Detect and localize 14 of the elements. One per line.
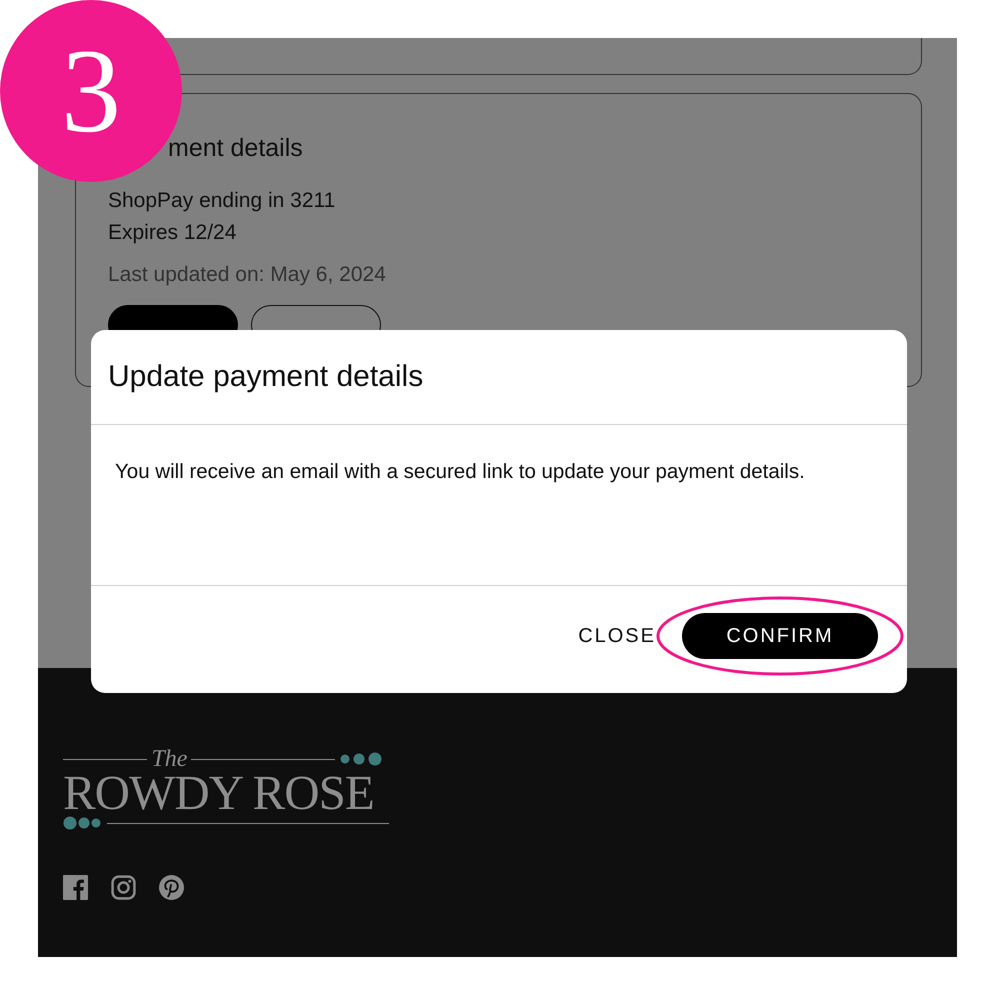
instagram-icon[interactable] xyxy=(111,875,136,900)
logo-text: ROWDY ROSE xyxy=(63,770,375,816)
card-expiry: Expires 12/24 xyxy=(108,220,238,246)
logo-script-text: The xyxy=(151,748,188,770)
last-updated: Last updated on: May 6, 2024 xyxy=(108,263,387,287)
dots-icon xyxy=(63,816,103,830)
confirm-button[interactable]: CONFIRM xyxy=(682,613,878,659)
close-button[interactable]: CLOSE xyxy=(578,613,656,659)
dialog-title: Update payment details xyxy=(108,360,424,394)
card-heading: ment details xyxy=(167,134,304,163)
pinterest-icon[interactable] xyxy=(159,875,184,900)
dialog-message: You will receive an email with a secured link to update your payment details. xyxy=(115,460,806,484)
facebook-icon[interactable] xyxy=(63,875,88,900)
payment-method: ShopPay ending in 3211 xyxy=(108,188,336,214)
